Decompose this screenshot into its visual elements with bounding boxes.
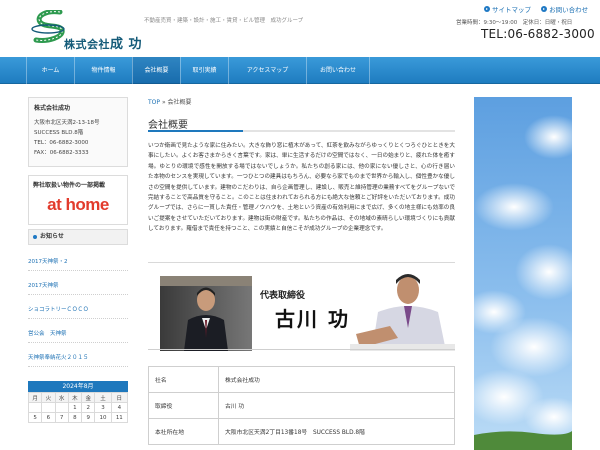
nav-home[interactable]: ホーム [26,57,74,84]
logo-company: 株式会社 [64,38,110,51]
table-row: 社名 株式会社成功 [148,366,455,393]
weekday-cell: 火 [41,392,56,403]
weekday-cell: 土 [94,392,112,403]
contact-link[interactable]: お問い合わせ [541,4,588,14]
global-nav: ホーム 物件情報 会社概要 取引実績 アクセスマップ お問い合わせ [0,57,600,84]
sky-image [474,97,572,450]
info-label: 取締役 [148,392,219,419]
day-cell [27,402,43,413]
logo-name: 成 功 [110,37,143,52]
day-cell: 1 [67,402,83,413]
weekday-cell: 日 [110,392,129,403]
ceo-photo: 代表取締役 古川 功 [160,268,455,351]
company-info-box: 株式会社成功 大阪市北区天満2-13-18号 SUCCESS BLD.8階 TE… [28,97,128,167]
notice-heading: お知らせ [28,229,128,245]
company-intro-text: いつか衛画で見たような家に住みたい。大きな飾り窓に植木があって、紅茶を飲みながら… [148,143,455,233]
sky-graphic [474,97,572,450]
notice-item[interactable]: 2017天神祭・2 [28,257,128,271]
calendar-title: 2024年8月 [28,381,128,392]
day-cell [54,402,69,413]
page-title: 会社概要 [148,120,188,131]
company-fax: FAX：06-6882-3333 [34,150,89,156]
day-cell: 2 [81,402,96,413]
contact-label: お問い合わせ [549,6,589,14]
day-cell: 9 [81,412,96,423]
day-cell: 3 [94,402,112,413]
nav-properties[interactable]: 物件情報 [74,57,132,84]
utility-links: サイトマップ お問い合わせ [476,4,588,14]
athome-logo: at home [33,195,123,215]
site-logo[interactable]: 株式会社成 功 [30,10,142,52]
header-tagline: 不動産売買・建築・設計・施工・賃貸・ビル管理 成功グループ [144,18,304,24]
day-cell: 10 [94,412,112,423]
title-underline [148,130,455,132]
day-cell [41,402,56,413]
info-label: 本社所在地 [148,418,219,445]
calendar-week-row: 1 2 3 4 [27,402,129,413]
company-name: 株式会社成功 [34,105,71,112]
table-row: 取締役 古川 功 [148,392,455,419]
divider [148,349,455,350]
divider [148,262,455,263]
logo-wordmark: 株式会社成 功 [64,33,142,52]
breadcrumb: TOP » 会社概要 [148,97,192,106]
weekday-cell: 月 [27,392,43,403]
info-value: 株式会社成功 [218,366,455,393]
info-value: 古川 功 [218,392,455,419]
company-info-table: 社名 株式会社成功 取締役 古川 功 本社所在地 大阪市北区天満2丁目13番18… [148,366,455,445]
info-value: 大阪市北区天満2丁目13番18号 SUCCESS BLD.8階 [218,418,455,445]
notice-item[interactable]: ショコラトリーＣＯＣＯ [28,305,128,319]
day-cell: 7 [54,412,69,423]
nav-company-profile[interactable]: 会社概要 [132,57,180,84]
company-tel: TEL：06-6882-3000 [34,140,89,146]
day-cell: 4 [110,402,129,413]
sidebar: 株式会社成功 大阪市北区天満2-13-18号 SUCCESS BLD.8階 TE… [28,97,128,225]
calendar-weekday-row: 月 火 水 木 金 土 日 [27,392,129,403]
info-label: 社名 [148,366,219,393]
notice-heading-label: お知らせ [40,233,64,240]
ceo-name: 古川 功 [275,307,350,331]
calendar: 2024年8月 月 火 水 木 金 土 日 1 2 3 4 5 6 7 8 9 … [27,381,129,423]
day-cell: 8 [67,412,83,423]
day-cell: 5 [27,412,43,423]
nav-track-record[interactable]: 取引実績 [180,57,228,84]
bullet-icon [33,234,37,239]
ceo-title: 代表取締役 [260,291,306,301]
notice-item[interactable]: 営公会 天神祭 [28,329,128,343]
weekday-cell: 木 [67,392,83,403]
nav-access-map[interactable]: アクセスマップ [228,57,306,84]
arrow-circle-icon [484,6,490,12]
weekday-cell: 金 [81,392,96,403]
weekday-cell: 水 [54,392,69,403]
listing-banner[interactable]: 弊社取扱い物件の一部掲載 at home [28,175,128,225]
listing-title: 弊社取扱い物件の一部掲載 [33,182,106,189]
calendar-grid: 月 火 水 木 金 土 日 1 2 3 4 5 6 7 8 9 10 11 [27,392,129,423]
table-row: 本社所在地 大阪市北区天満2丁目13番18号 SUCCESS BLD.8階 [148,418,455,445]
athome-logo-text: at home [47,195,109,214]
calendar-week-row: 5 6 7 8 9 10 11 [27,412,129,423]
company-address: 大阪市北区天満2-13-18号 [34,120,100,126]
day-cell: 6 [41,412,56,423]
header-phone[interactable]: TEL:06-6882-3000 [481,27,595,41]
site-header: 株式会社成 功 不動産売買・建築・設計・施工・賃貸・ビル管理 成功グループ サイ… [0,0,600,57]
arrow-circle-icon [541,6,548,12]
notice-item[interactable]: 天神祭奉納花火２０１５ [28,353,128,367]
breadcrumb-home[interactable]: TOP [148,99,160,106]
notice-item[interactable]: 2017天神祭 [28,281,128,295]
company-building: SUCCESS BLD.8階 [34,130,84,136]
breadcrumb-separator: » [161,99,166,106]
sitemap-link[interactable]: サイトマップ [484,4,531,14]
day-cell: 11 [110,412,129,423]
nav-contact[interactable]: お問い合わせ [306,57,370,84]
business-hours: 営業時間：9:30～19:00 定休日：日曜・祝日 [456,20,573,26]
sitemap-label: サイトマップ [492,6,531,14]
breadcrumb-current: 会社概要 [167,99,192,106]
